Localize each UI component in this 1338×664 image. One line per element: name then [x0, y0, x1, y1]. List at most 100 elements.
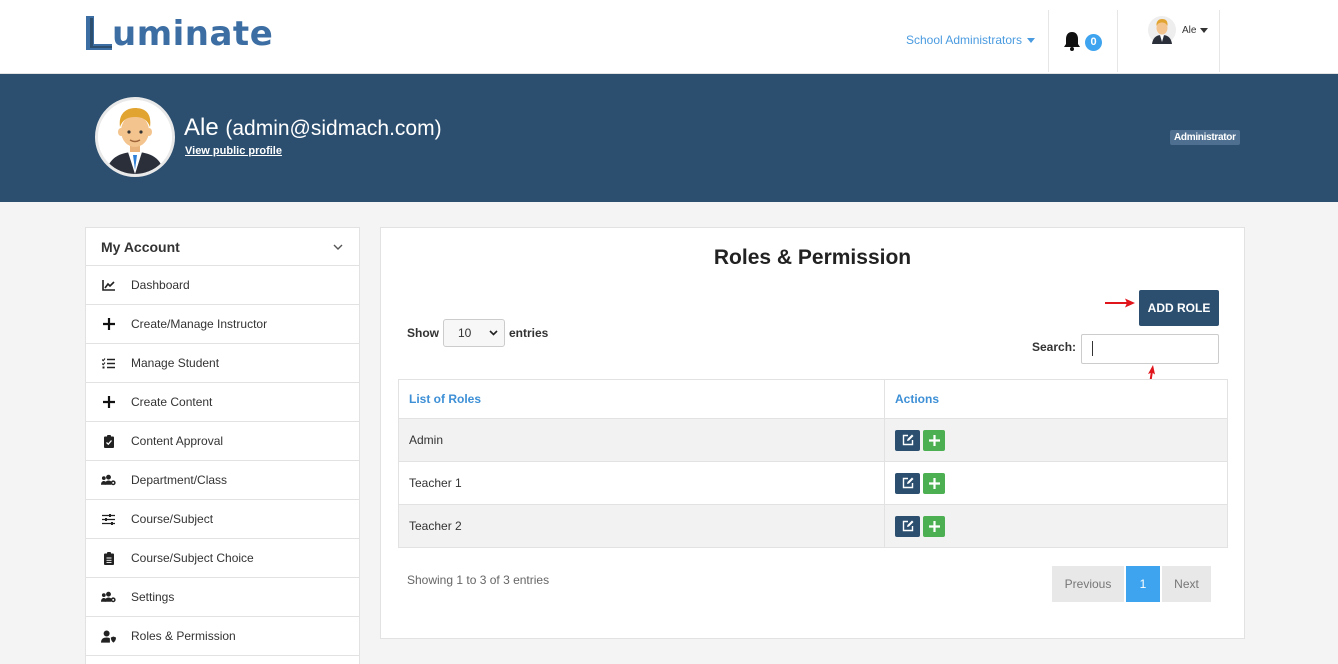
view-public-profile-link[interactable]: View public profile [185, 145, 282, 157]
sidebar-item-department-class[interactable]: Department/Class [86, 461, 359, 500]
next-page-button[interactable]: Next [1162, 566, 1211, 602]
caret-down-icon [1200, 27, 1209, 33]
nav-divider [1117, 10, 1118, 72]
sidebar-item-dashboard[interactable]: Dashboard [86, 266, 359, 305]
plus-icon [101, 317, 116, 332]
add-permission-button[interactable] [923, 472, 945, 494]
table-info: Showing 1 to 3 of 3 entries [407, 573, 550, 587]
profile-banner: Ale (admin@sidmach.com) View public prof… [0, 74, 1338, 202]
add-role-button[interactable]: ADD ROLE [1139, 290, 1219, 326]
edit-icon [902, 434, 913, 446]
nav-divider [1219, 10, 1220, 72]
role-menu-label: School Administrators [906, 33, 1023, 47]
user-shield-icon [101, 629, 116, 644]
profile-username: Ale [184, 114, 219, 141]
profile-email: (admin@sidmach.com) [225, 117, 442, 140]
role-name-cell: Teacher 1 [398, 461, 885, 505]
page-title: Roles & Permission [713, 246, 912, 269]
search-input[interactable] [1081, 334, 1219, 364]
edit-role-button[interactable] [895, 515, 920, 537]
entries-label: entries [509, 326, 549, 340]
user-name: Ale [1182, 24, 1197, 36]
page-length-control: Show 10 entries [407, 319, 548, 347]
role-badge: Administrator [1170, 130, 1240, 145]
show-label: Show [407, 326, 439, 340]
column-header-list-of-roles[interactable]: List of Roles [398, 379, 885, 419]
table-row: Admin [398, 418, 1228, 462]
account-sidebar: My Account Dashboard Create/Manage Instr… [85, 227, 360, 664]
businessman-avatar-icon [98, 100, 172, 174]
page-length-select[interactable]: 10 [443, 319, 505, 347]
page-1-button[interactable]: 1 [1126, 566, 1160, 602]
actions-cell [884, 461, 1228, 505]
role-name-cell: Admin [398, 418, 885, 462]
sidebar-item-partial[interactable] [86, 656, 359, 664]
notification-count-badge: 0 [1085, 34, 1102, 51]
profile-avatar [95, 97, 175, 177]
chevron-down-icon [489, 330, 498, 336]
sidebar-title: My Account [101, 238, 180, 255]
sidebar-item-course-subject[interactable]: Course/Subject [86, 500, 359, 539]
bell-icon[interactable] [1063, 31, 1081, 51]
sidebar-item-content-approval[interactable]: Content Approval [86, 422, 359, 461]
roles-permission-panel: Roles & Permission ADD ROLE Show 10 entr… [380, 227, 1245, 639]
role-name-cell: Teacher 2 [398, 504, 885, 548]
luminate-logo[interactable]: uminate [84, 11, 273, 55]
previous-page-button[interactable]: Previous [1052, 566, 1124, 602]
plus-icon [928, 520, 940, 532]
tasks-icon [101, 356, 116, 371]
add-permission-button[interactable] [923, 429, 945, 451]
text-cursor [1092, 341, 1093, 356]
sidebar-item-create-content[interactable]: Create Content [86, 383, 359, 422]
sidebar-item-label: Create/Manage Instructor [131, 317, 268, 331]
sidebar-item-label: Course/Subject Choice [131, 551, 254, 565]
sidebar-item-course-subject-choice[interactable]: Course/Subject Choice [86, 539, 359, 578]
clipboard-check-icon [101, 434, 116, 449]
logo-l-mark-icon [86, 16, 112, 50]
sidebar-item-label: Create Content [131, 395, 213, 409]
sidebar-item-label: Manage Student [131, 356, 220, 370]
edit-role-button[interactable] [895, 472, 920, 494]
sidebar-item-label: Settings [131, 590, 175, 604]
column-header-actions[interactable]: Actions [884, 379, 1228, 419]
user-menu-dropdown[interactable]: Ale [1148, 16, 1209, 44]
add-permission-button[interactable] [923, 515, 945, 537]
table-header-row: List of Roles Actions [398, 379, 1228, 419]
sidebar-item-label: Department/Class [131, 473, 228, 487]
plus-icon [101, 395, 116, 410]
edit-icon [902, 520, 913, 532]
school-administrators-dropdown[interactable]: School Administrators [906, 33, 1036, 47]
nav-divider [1048, 10, 1049, 72]
chart-line-icon [101, 278, 116, 293]
users-cog-icon [101, 590, 116, 605]
sidebar-item-manage-student[interactable]: Manage Student [86, 344, 359, 383]
user-avatar [1148, 16, 1176, 44]
sidebar-item-create-manage-instructor[interactable]: Create/Manage Instructor [86, 305, 359, 344]
clipboard-list-icon [101, 551, 116, 566]
chevron-down-icon [333, 244, 343, 250]
brand-name: uminate [112, 14, 274, 54]
sidebar-item-label: Course/Subject [131, 512, 214, 526]
plus-icon [928, 434, 940, 446]
edit-role-button[interactable] [895, 429, 920, 451]
sidebar-item-settings[interactable]: Settings [86, 578, 359, 617]
sidebar-item-roles-permission[interactable]: Roles & Permission [86, 617, 359, 656]
search-label: Search: [1032, 340, 1077, 354]
pagination: Previous 1 Next [1052, 566, 1211, 602]
table-row: Teacher 1 [398, 461, 1228, 505]
plus-icon [928, 477, 940, 489]
red-arrow-right-annotation [1105, 298, 1135, 308]
profile-name: Ale (admin@sidmach.com) [184, 114, 442, 142]
sidebar-item-label: Content Approval [131, 434, 224, 448]
table-row: Teacher 2 [398, 504, 1228, 548]
roles-table: List of Roles Actions Admin Teacher 1 Te… [398, 379, 1228, 548]
sidebar-item-label: Dashboard [131, 278, 190, 292]
edit-icon [902, 477, 913, 489]
page-length-value: 10 [458, 326, 472, 340]
caret-down-icon [1027, 37, 1036, 43]
my-account-toggle[interactable]: My Account [86, 228, 359, 266]
actions-cell [884, 418, 1228, 462]
users-cog-icon [101, 473, 116, 488]
sliders-icon [101, 512, 116, 527]
actions-cell [884, 504, 1228, 548]
